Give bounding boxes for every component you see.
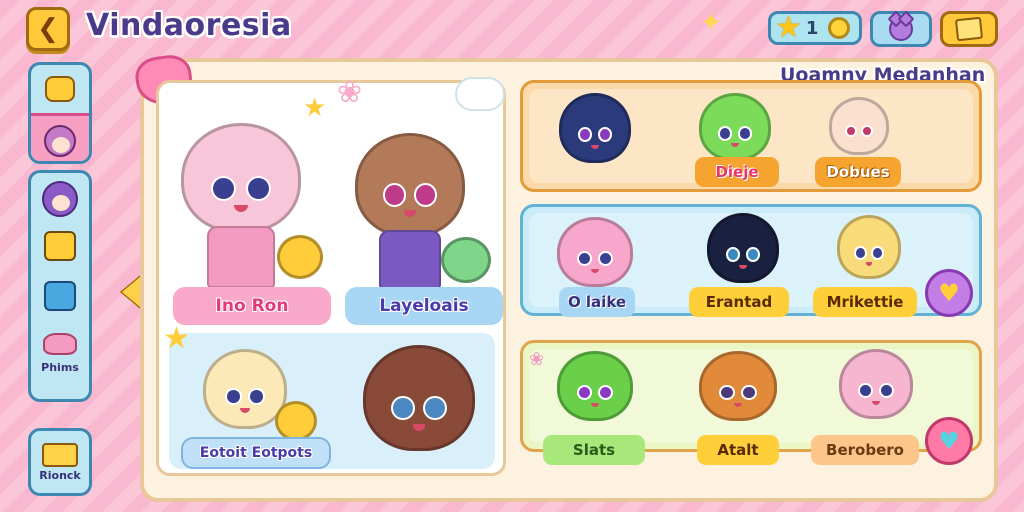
sidebar-item-characters[interactable]	[31, 113, 89, 161]
cheese-icon	[42, 442, 78, 467]
featured-card: ★ ❀ Ino Ron Layeloais ★ Eotoit Eotpots	[156, 75, 506, 476]
character-brown-hair[interactable]	[355, 133, 465, 289]
back-button[interactable]: ❮	[26, 7, 70, 51]
notes-button[interactable]	[940, 11, 998, 47]
flower-icon: ❀	[529, 349, 545, 370]
heart-icon: ♥	[938, 279, 960, 307]
sidebar-main-group: Phims	[28, 170, 92, 402]
top-bar: ❮ Vindaoresia ✦ ★ 1	[0, 0, 1024, 58]
star-icon: ★	[775, 10, 802, 45]
character-pink-hair[interactable]	[181, 123, 301, 289]
cat-face-icon	[45, 76, 75, 102]
yellow-box-icon[interactable]	[44, 231, 76, 261]
star-icon: ★	[163, 321, 190, 356]
sidebar-top-group	[28, 62, 92, 164]
character-label[interactable]: Layeloais	[345, 287, 503, 325]
heart-icon: ♥	[938, 427, 960, 455]
character-tag[interactable]: Dobues	[815, 157, 901, 187]
currency-counter[interactable]: ★ 1	[768, 11, 862, 45]
character-tag[interactable]: Erantad	[689, 287, 789, 317]
sidebar-bottom-button[interactable]: Rionck	[28, 428, 92, 496]
character-tag[interactable]: Slats	[543, 435, 645, 465]
sparkle-icon: ✦	[700, 8, 722, 38]
character-tag[interactable]: Dieje	[695, 157, 779, 187]
avatar-icon	[889, 17, 913, 41]
character-tag[interactable]: Mrikettie	[813, 287, 917, 317]
pink-creature-icon[interactable]	[43, 333, 77, 355]
cloud-icon	[455, 77, 505, 111]
flower-icon: ❀	[337, 75, 363, 110]
currency-value: 1	[805, 17, 819, 39]
character-navy-hair[interactable]	[559, 93, 631, 163]
character-cat-ears[interactable]	[699, 351, 777, 421]
profile-button[interactable]	[870, 11, 932, 47]
chevron-left-icon: ❮	[37, 14, 59, 44]
sidebar-item-pets[interactable]	[31, 65, 89, 113]
character-row: Dieje Dobues	[520, 80, 982, 192]
note-icon	[954, 16, 984, 42]
character-green-hair[interactable]	[699, 93, 771, 161]
girl-avatar-icon	[44, 124, 76, 157]
character-tag[interactable]: Berobero	[811, 435, 919, 465]
yellow-pet	[277, 235, 323, 279]
character-cream-hair[interactable]	[829, 97, 889, 155]
coin-icon	[828, 17, 851, 39]
character-label[interactable]: Eotoit Eotpots	[181, 437, 331, 469]
character-row: O laike Erantad Mrikettie ♥	[520, 204, 982, 317]
favorite-button[interactable]: ♥	[925, 417, 973, 465]
character-label[interactable]: Ino Ron	[173, 287, 331, 325]
character-row: ❀ Slats Atalt Berobero ♥	[520, 340, 982, 465]
character-pink-buns[interactable]	[557, 217, 633, 287]
yellow-pet	[275, 401, 317, 441]
blue-box-icon[interactable]	[44, 281, 76, 311]
favorite-button[interactable]: ♥	[925, 269, 973, 317]
sidebar-bottom-label: Rionck	[39, 468, 81, 482]
page-title: Vindaoresia	[86, 8, 292, 43]
character-black-hair[interactable]	[707, 213, 779, 283]
green-pet	[441, 237, 491, 283]
character-yellow-hair[interactable]	[837, 215, 901, 279]
sidebar-item-label: Phims	[41, 361, 79, 374]
star-icon: ★	[303, 93, 327, 123]
character-tag[interactable]: Atalt	[697, 435, 779, 465]
purple-hair-avatar-icon[interactable]	[42, 181, 78, 217]
character-tag[interactable]: O laike	[559, 287, 635, 317]
character-green-bow[interactable]	[557, 351, 633, 421]
character-auburn-hair[interactable]	[363, 345, 475, 451]
character-twin-tails[interactable]	[839, 349, 913, 419]
